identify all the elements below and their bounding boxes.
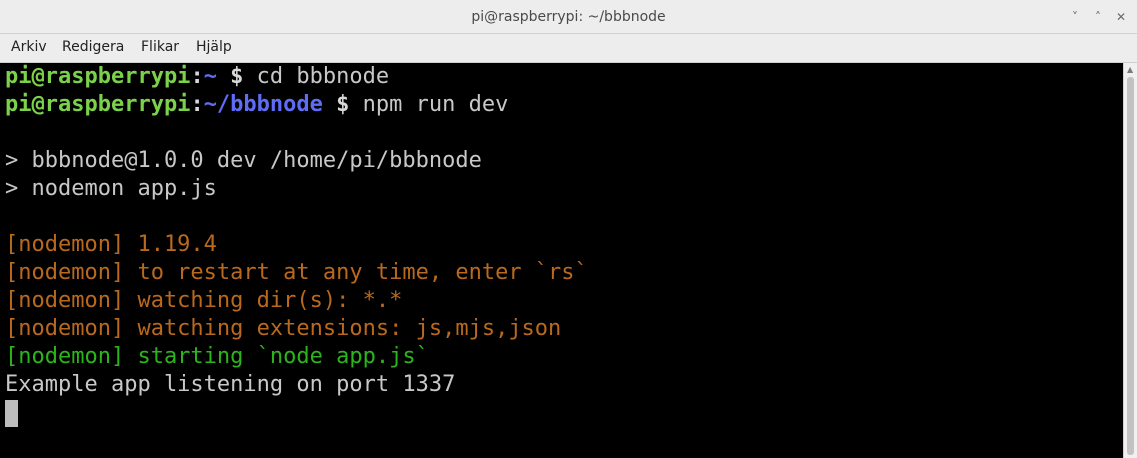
maximize-icon[interactable]: ˄	[1091, 10, 1105, 24]
output-line: > bbbnode@1.0.0 dev /home/pi/bbbnode	[5, 148, 482, 173]
terminal-window: pi@raspberrypi: ~/bbbnode ˅ ˄ ✕ Arkiv Re…	[0, 0, 1137, 458]
scrollbar[interactable]: ▲	[1123, 63, 1137, 458]
title-bar[interactable]: pi@raspberrypi: ~/bbbnode ˅ ˄ ✕	[0, 0, 1137, 34]
window-title: pi@raspberrypi: ~/bbbnode	[471, 9, 666, 25]
menu-hjalp[interactable]: Hjälp	[196, 39, 232, 55]
terminal-area[interactable]: pi@raspberrypi:~ $ cd bbbnode pi@raspber…	[0, 63, 1123, 458]
nodemon-line: [nodemon] 1.19.4	[5, 232, 217, 257]
nodemon-line: [nodemon] watching extensions: js,mjs,js…	[5, 316, 562, 341]
command-text: npm run dev	[349, 92, 509, 117]
scroll-thumb[interactable]	[1127, 77, 1134, 455]
output-line: > nodemon app.js	[5, 176, 217, 201]
prompt-user: pi@raspberrypi	[5, 92, 191, 117]
command-text: cd bbbnode	[243, 64, 390, 89]
prompt-line-1: pi@raspberrypi:~ $ cd bbbnode	[5, 63, 389, 91]
nodemon-start-line: [nodemon] starting `node app.js`	[5, 344, 429, 369]
menu-bar: Arkiv Redigera Flikar Hjälp	[0, 34, 1137, 63]
prompt-user: pi@raspberrypi	[5, 64, 191, 89]
nodemon-line: [nodemon] to restart at any time, enter …	[5, 260, 588, 285]
menu-redigera[interactable]: Redigera	[62, 39, 124, 55]
nodemon-line: [nodemon] watching dir(s): *.*	[5, 288, 403, 313]
prompt-colon: :	[190, 92, 204, 117]
prompt-path: ~	[203, 64, 217, 89]
prompt-dollar: $	[216, 64, 244, 89]
text-cursor	[5, 400, 18, 427]
minimize-icon[interactable]: ˅	[1068, 10, 1082, 24]
prompt-dollar: $	[322, 92, 350, 117]
menu-flikar[interactable]: Flikar	[141, 39, 179, 55]
close-icon[interactable]: ✕	[1114, 10, 1128, 24]
menu-arkiv[interactable]: Arkiv	[11, 39, 47, 55]
prompt-colon: :	[190, 64, 204, 89]
prompt-line-2: pi@raspberrypi:~/bbbnode $ npm run dev	[5, 91, 508, 119]
prompt-path: ~/bbbnode	[203, 92, 323, 117]
output-line: Example app listening on port 1337	[5, 372, 456, 397]
scroll-up-icon[interactable]: ▲	[1127, 65, 1133, 74]
